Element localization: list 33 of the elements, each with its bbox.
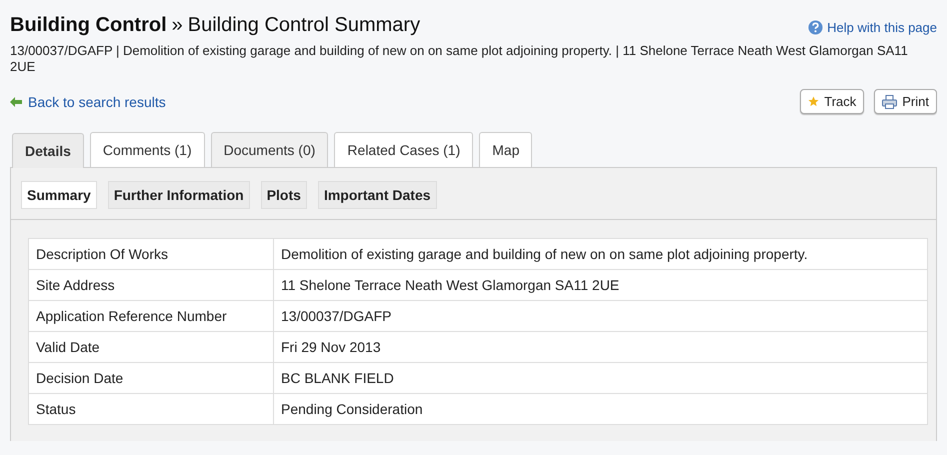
star-icon (808, 96, 820, 107)
tab[interactable]: Related Cases (1) (334, 132, 474, 167)
field-value: BC BLANK FIELD (274, 362, 928, 394)
subtab[interactable]: Summary (21, 181, 97, 209)
tab[interactable]: Details (12, 133, 84, 168)
arrow-left-icon (10, 96, 22, 106)
help-icon (808, 20, 824, 35)
subtab[interactable]: Further Information (108, 181, 250, 209)
field-value: Pending Consideration (274, 394, 928, 424)
track-button[interactable]: Track (800, 89, 864, 114)
section-title: Building Control (10, 14, 167, 37)
tab[interactable]: Map (479, 132, 532, 167)
field-label: Application Reference Number (28, 300, 274, 332)
help-link[interactable]: Help with this page (808, 20, 937, 35)
field-value: 11 Shelone Terrace Neath West Glamorgan SA11 2UE (274, 270, 928, 300)
printer-icon (882, 94, 898, 108)
print-button[interactable]: Print (874, 89, 937, 114)
summary-line: 13/00037/DGAFP | Demolition of existing garage and building of new on on same plot adjoining property. | 11 Shelone Terrace Neath West Glamorgan SA11 2UE (10, 43, 909, 75)
field-value: 13/00037/DGAFP (274, 300, 928, 332)
tab[interactable]: Documents (0) (210, 132, 328, 167)
field-label: Site Address (28, 270, 274, 300)
subtab[interactable]: Plots (260, 181, 307, 209)
subtab[interactable]: Important Dates (318, 181, 437, 209)
field-value: Fri 29 Nov 2013 (274, 332, 928, 362)
back-link[interactable]: Back to search results (10, 94, 166, 110)
field-label: Status (28, 394, 274, 424)
field-label: Decision Date (28, 362, 274, 394)
breadcrumb-separator: » (172, 14, 183, 37)
field-label: Description Of Works (28, 238, 274, 270)
page-title: Building Control Summary (188, 14, 420, 37)
field-value: Demolition of existing garage and building of new on on same plot adjoining property. (274, 238, 928, 270)
field-label: Valid Date (28, 332, 274, 362)
tab[interactable]: Comments (1) (90, 132, 205, 167)
